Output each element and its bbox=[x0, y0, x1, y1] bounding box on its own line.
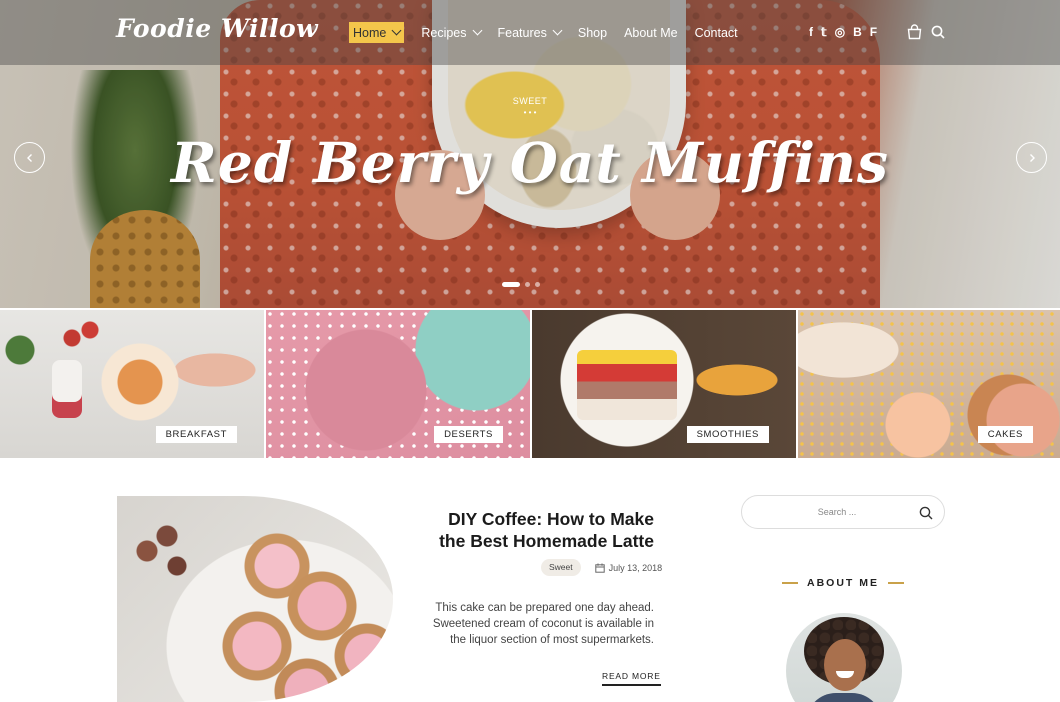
author-avatar[interactable] bbox=[786, 613, 902, 702]
nav-about-me-label: About Me bbox=[624, 25, 678, 40]
search-icon[interactable] bbox=[919, 506, 933, 520]
main-nav: Home Recipes Features Shop About Me Cont… bbox=[349, 22, 755, 43]
search-input[interactable] bbox=[762, 504, 912, 520]
slider-pagination bbox=[502, 282, 540, 287]
category-tiles: BREAKFAST DESERTS SMOOTHIES CAKES bbox=[0, 310, 1060, 458]
chevron-down-icon bbox=[472, 25, 482, 36]
category-label[interactable]: BREAKFAST bbox=[155, 426, 237, 443]
heading-divider bbox=[888, 582, 904, 584]
avatar-face bbox=[824, 639, 866, 691]
category-label[interactable]: SMOOTHIES bbox=[686, 426, 769, 443]
post-thumbnail[interactable] bbox=[117, 496, 393, 702]
chevron-left-icon bbox=[26, 153, 32, 162]
post-meta: Sweet July 13, 2018 bbox=[541, 559, 662, 576]
site-header: Foodie Willow Home Recipes Features Shop… bbox=[0, 0, 1060, 65]
twitter-icon[interactable]: 𝕥 bbox=[821, 24, 827, 40]
nav-contact[interactable]: Contact bbox=[695, 22, 738, 43]
read-more-link[interactable]: READ MORE bbox=[602, 671, 661, 686]
post-excerpt: This cake can be prepared one day ahead.… bbox=[432, 602, 654, 646]
nav-shop[interactable]: Shop bbox=[578, 22, 607, 43]
calendar-icon bbox=[594, 563, 605, 573]
post-category-tag[interactable]: Sweet bbox=[541, 559, 581, 576]
slider-dot[interactable] bbox=[535, 282, 540, 287]
avatar-shirt bbox=[806, 693, 882, 702]
category-tile-cakes[interactable]: CAKES bbox=[798, 310, 1060, 458]
foursquare-icon[interactable]: F bbox=[870, 24, 877, 40]
chevron-down-icon bbox=[552, 25, 563, 36]
post-title[interactable]: DIY Coffee: How to Make the Best Homemad… bbox=[420, 508, 654, 552]
category-label[interactable]: DESERTS bbox=[434, 426, 503, 443]
about-me-title: ABOUT ME bbox=[807, 577, 879, 589]
slide-category[interactable]: SWEET bbox=[0, 96, 1060, 106]
category-tile-smoothies[interactable]: SMOOTHIES bbox=[532, 310, 796, 458]
heading-divider bbox=[782, 582, 798, 584]
nav-features[interactable]: Features bbox=[497, 22, 563, 43]
slider-dot-active[interactable] bbox=[502, 282, 520, 287]
social-links: f 𝕥 ◎ B F bbox=[809, 24, 885, 40]
category-tile-deserts[interactable]: DESERTS bbox=[266, 310, 530, 458]
slide-title[interactable]: Red Berry Oat Muffins bbox=[0, 130, 1060, 195]
sidebar-search bbox=[741, 495, 945, 529]
category-tile-breakfast[interactable]: BREAKFAST bbox=[0, 310, 264, 458]
slider-prev-button[interactable] bbox=[14, 142, 45, 173]
nav-recipes[interactable]: Recipes bbox=[421, 22, 482, 43]
chevron-down-icon bbox=[391, 25, 402, 36]
nav-home[interactable]: Home bbox=[349, 22, 405, 43]
nav-about-me[interactable]: About Me bbox=[624, 22, 678, 43]
post-date: July 13, 2018 bbox=[608, 562, 663, 573]
juice-bottle-image bbox=[52, 360, 82, 418]
hero-slider: Foodie Willow Home Recipes Features Shop… bbox=[0, 0, 1060, 308]
category-label[interactable]: CAKES bbox=[977, 426, 1033, 443]
slider-next-button[interactable] bbox=[1016, 142, 1047, 173]
chevron-right-icon bbox=[1029, 153, 1035, 162]
nav-home-label: Home bbox=[353, 25, 387, 40]
site-logo[interactable]: Foodie Willow bbox=[116, 14, 318, 43]
nav-contact-label: Contact bbox=[694, 25, 738, 40]
slider-dot[interactable] bbox=[525, 282, 530, 287]
about-me-heading: ABOUT ME bbox=[741, 577, 945, 589]
nav-shop-label: Shop bbox=[577, 25, 608, 40]
instagram-icon[interactable]: ◎ bbox=[835, 24, 845, 40]
slide-category-dots: • • • bbox=[523, 108, 537, 117]
facebook-icon[interactable]: f bbox=[809, 24, 813, 40]
smoothie-bowl-image bbox=[577, 350, 677, 420]
bloglovin-icon[interactable]: B bbox=[853, 24, 862, 40]
shopping-bag-icon[interactable] bbox=[907, 24, 922, 40]
search-icon[interactable] bbox=[931, 25, 945, 39]
nav-features-label: Features bbox=[497, 25, 547, 40]
nav-recipes-label: Recipes bbox=[421, 25, 467, 40]
